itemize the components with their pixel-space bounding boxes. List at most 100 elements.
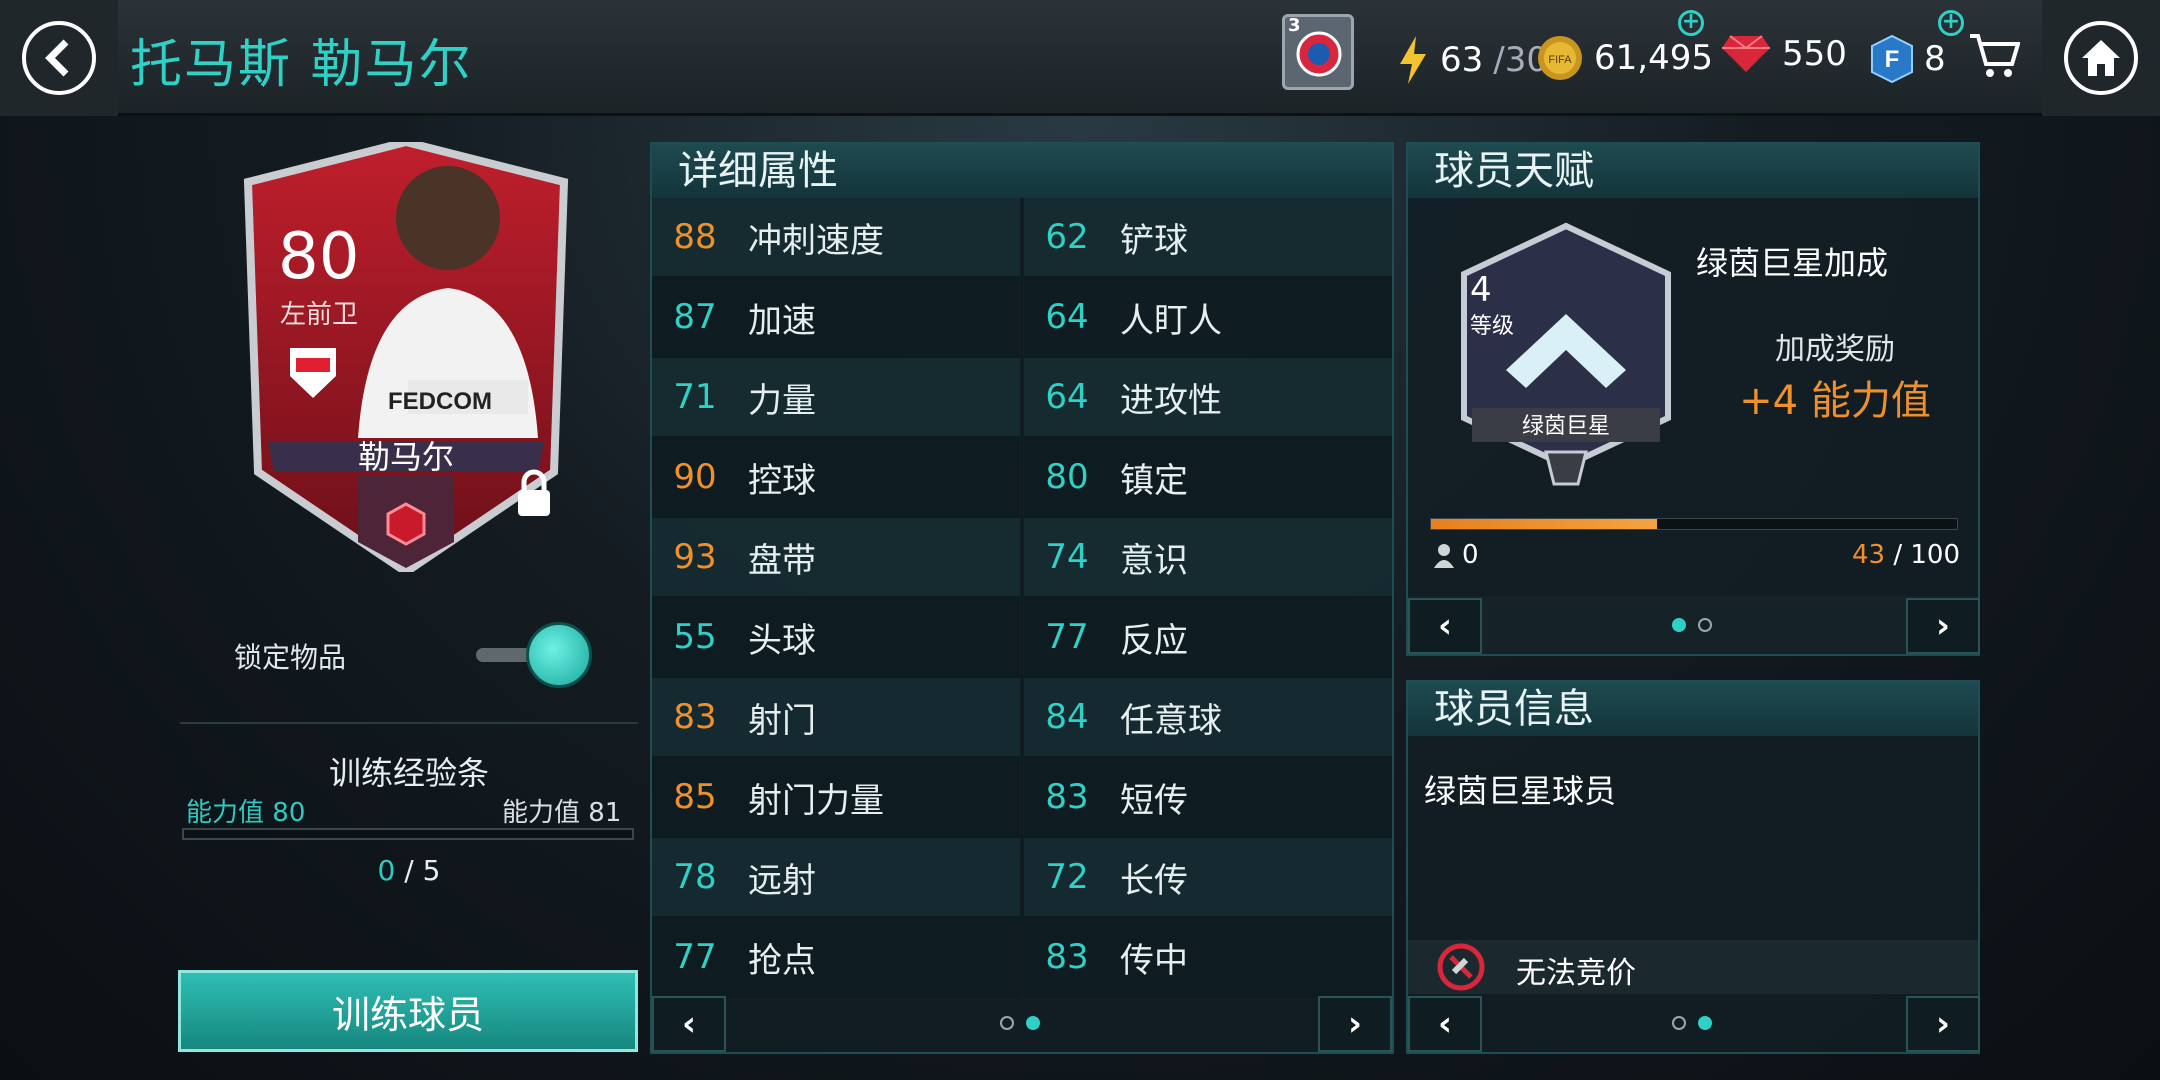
stat-row: 78 远射 bbox=[652, 838, 1020, 918]
home-button[interactable] bbox=[2042, 0, 2160, 116]
stat-row: 64 进攻性 bbox=[1024, 358, 1392, 438]
club-badge[interactable]: 3 bbox=[1282, 14, 1354, 90]
talent-title: 球员天赋 bbox=[1408, 144, 1978, 198]
talent-badge-label: 绿茵巨星 bbox=[1521, 414, 1610, 439]
talent-level: 4 bbox=[1470, 270, 1492, 310]
program-gem-icon bbox=[386, 502, 426, 546]
page-dot[interactable] bbox=[1698, 618, 1712, 632]
player-icon bbox=[1434, 544, 1454, 568]
training-title: 训练经验条 bbox=[328, 754, 489, 792]
stat-value: 72 bbox=[1045, 857, 1089, 897]
fifa-points-icon: F bbox=[1871, 34, 1913, 84]
shopping-cart-icon[interactable] bbox=[1968, 30, 2020, 80]
page-dot[interactable] bbox=[1672, 1016, 1686, 1030]
page-dot[interactable] bbox=[1000, 1016, 1014, 1030]
stat-label: 长传 bbox=[1120, 860, 1188, 901]
divider bbox=[180, 722, 638, 724]
talent-progress-bar bbox=[1430, 518, 1958, 530]
stats-prev-button[interactable]: ‹ bbox=[652, 996, 726, 1052]
stats-divider bbox=[1021, 198, 1023, 994]
stat-value: 78 bbox=[673, 857, 717, 897]
page-title: 托马斯 勒马尔 bbox=[130, 35, 473, 95]
auction-status: 无法竞价 bbox=[1516, 956, 1636, 991]
lightning-icon bbox=[1400, 36, 1426, 84]
talent-page-dots bbox=[1672, 618, 1712, 632]
stat-row: 55 头球 bbox=[652, 598, 1020, 678]
gem-icon bbox=[1722, 35, 1770, 72]
stat-value: 62 bbox=[1045, 217, 1089, 257]
train-player-button[interactable]: 训练球员 bbox=[178, 970, 638, 1052]
back-button[interactable] bbox=[0, 0, 118, 116]
stat-label: 冲刺速度 bbox=[748, 220, 884, 261]
stat-label: 意识 bbox=[1120, 540, 1188, 581]
stat-value: 85 bbox=[673, 777, 717, 817]
stats-title: 详细属性 bbox=[652, 144, 1392, 198]
stat-value: 64 bbox=[1045, 297, 1089, 337]
stat-value: 74 bbox=[1045, 537, 1089, 577]
stat-row: 80 镇定 bbox=[1024, 438, 1392, 518]
lock-icon bbox=[518, 469, 550, 516]
player-card[interactable]: 80 左前卫 FEDCOM 勒马尔 bbox=[238, 142, 574, 572]
stat-label: 传中 bbox=[1120, 940, 1188, 981]
stat-value: 83 bbox=[673, 697, 717, 737]
coin-counter: FIFA 61,495 bbox=[1536, 34, 1713, 82]
stat-row: 90 控球 bbox=[652, 438, 1020, 518]
stat-row: 62 铲球 bbox=[1024, 198, 1392, 278]
stat-label: 任意球 bbox=[1120, 700, 1222, 741]
club-shield-icon bbox=[290, 348, 336, 398]
stat-label: 加速 bbox=[748, 300, 816, 341]
card-rating: 80 bbox=[278, 220, 360, 294]
stat-label: 人盯人 bbox=[1120, 300, 1222, 341]
stat-label: 力量 bbox=[748, 380, 816, 421]
stat-row: 87 加速 bbox=[652, 278, 1020, 358]
current-ability: 能力值 80 bbox=[186, 798, 306, 828]
stat-label: 头球 bbox=[748, 620, 816, 661]
info-next-button[interactable]: › bbox=[1906, 996, 1980, 1052]
add-coins-button[interactable]: + bbox=[1678, 10, 1704, 36]
stat-value: 88 bbox=[673, 217, 717, 257]
back-arrow-icon bbox=[45, 39, 69, 77]
info-page-dots bbox=[1672, 1016, 1712, 1030]
page-dot-active[interactable] bbox=[1672, 618, 1686, 632]
stat-value: 64 bbox=[1045, 377, 1089, 417]
energy-counter: 63/30 bbox=[1396, 34, 1548, 86]
gem-counter: 550 bbox=[1720, 34, 1847, 74]
stat-value: 83 bbox=[1045, 777, 1089, 817]
stat-label: 进攻性 bbox=[1120, 380, 1222, 421]
page-dot-active[interactable] bbox=[1698, 1016, 1712, 1030]
stat-value: 77 bbox=[1045, 617, 1089, 657]
next-ability: 能力值 81 bbox=[502, 798, 622, 828]
stat-value: 83 bbox=[1045, 937, 1089, 977]
stat-row: 83 传中 bbox=[1024, 918, 1392, 998]
stat-row: 77 抢点 bbox=[652, 918, 1020, 998]
stat-label: 镇定 bbox=[1120, 460, 1188, 501]
stat-value: 90 bbox=[673, 457, 717, 497]
info-prev-button[interactable]: ‹ bbox=[1408, 996, 1482, 1052]
training-progress-text: 0 / 5 bbox=[377, 854, 441, 887]
stat-row: 83 短传 bbox=[1024, 758, 1392, 838]
stat-row: 64 人盯人 bbox=[1024, 278, 1392, 358]
stat-value: 55 bbox=[673, 617, 717, 657]
lock-toggle[interactable] bbox=[476, 622, 602, 688]
stats-page-dots bbox=[1000, 1016, 1040, 1030]
talent-next-button[interactable]: › bbox=[1906, 598, 1980, 654]
add-points-button[interactable]: + bbox=[1938, 10, 1964, 36]
talent-prev-button[interactable]: ‹ bbox=[1408, 598, 1482, 654]
stats-next-button[interactable]: › bbox=[1318, 996, 1392, 1052]
stat-row: 93 盘带 bbox=[652, 518, 1020, 598]
talent-level-label: 等级 bbox=[1470, 314, 1515, 339]
stat-row: 85 射门力量 bbox=[652, 758, 1020, 838]
player-type: 绿茵巨星球员 bbox=[1424, 772, 1617, 810]
stat-row: 84 任意球 bbox=[1024, 678, 1392, 758]
training-progress-bar bbox=[182, 828, 634, 840]
stat-row: 77 反应 bbox=[1024, 598, 1392, 678]
bonus-label: 加成奖励 bbox=[1775, 332, 1895, 367]
stat-value: 77 bbox=[673, 937, 717, 977]
stat-row: 71 力量 bbox=[652, 358, 1020, 438]
lock-label: 锁定物品 bbox=[234, 641, 347, 674]
stat-row: 74 意识 bbox=[1024, 518, 1392, 598]
fifa-points-counter: F 8 bbox=[1870, 34, 1946, 84]
stat-row: 83 射门 bbox=[652, 678, 1020, 758]
stat-value: 71 bbox=[673, 377, 717, 417]
page-dot-active[interactable] bbox=[1026, 1016, 1040, 1030]
